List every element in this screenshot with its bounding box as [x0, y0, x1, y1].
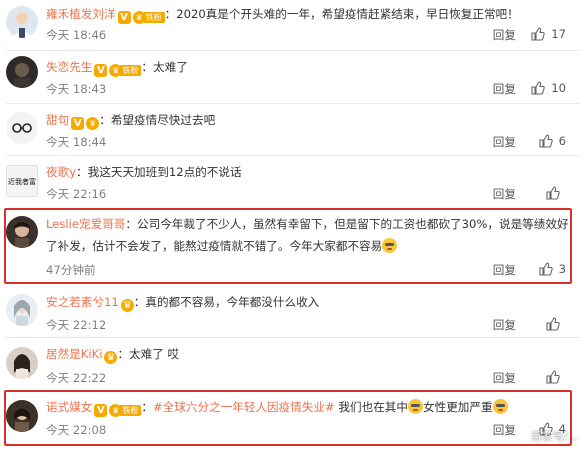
reply-button[interactable]: 回复 [493, 27, 516, 43]
like-button[interactable]: 17 [531, 27, 566, 41]
thumbs-up-icon [546, 370, 560, 384]
like-count: 3 [558, 262, 566, 276]
comment-line: 诺式媒女 V ♛ 铁粉 ：#全球六分之一年轻人因疫情失业# 我们也在其中 女性更加严重 [46, 399, 574, 417]
like-count: 17 [551, 27, 566, 41]
comment-line: 甜句 V ♛ ：希望疫情尽快过去吧 [46, 113, 216, 130]
comment-line: 夜歌y：我这天天加班到12点的不说话 [46, 165, 242, 179]
username-link[interactable]: 甜句 [46, 113, 69, 127]
like-button[interactable] [546, 317, 566, 331]
topic-link[interactable]: #全球六分之一年轻人因疫情失业# [153, 400, 335, 414]
comment-item: 诺式媒女 V ♛ 铁粉 ：#全球六分之一年轻人因疫情失业# 我们也在其中 女性更加严重 今… [0, 392, 586, 444]
reply-button[interactable]: 回复 [493, 81, 516, 97]
comment-line: 失恋先生 V ♛ 铁粉 ：太难了 [46, 60, 188, 77]
divider [6, 337, 580, 338]
v-badge-icon: V [71, 117, 85, 130]
like-count: 10 [551, 81, 566, 95]
crown-fan-badge-icon: ♛ 铁粉 [132, 11, 165, 24]
comment-text: 太难了 [153, 60, 188, 74]
comment-text-2: 女性更加严重 [423, 400, 493, 414]
comment-item: 雍禾植发刘洋 V ♛ 铁粉 ：2020真是个开头难的一年，希望疫情赶紧结束，早日恢复正常… [0, 0, 586, 48]
thumbs-up-icon [539, 262, 553, 276]
reply-button[interactable]: 回复 [493, 262, 516, 278]
comment-text: 希望疫情尽快过去吧 [110, 113, 216, 127]
username-link[interactable]: 雍禾植发刘洋 [46, 7, 116, 21]
v-badge-icon: V [94, 404, 108, 417]
comment-text: 我们也在其中 [334, 400, 408, 414]
comment-line: 安之若素兮11 ♛ ：真的都不容易，今年都没什么收入 [46, 295, 320, 312]
like-button[interactable]: 3 [539, 262, 566, 276]
username-link[interactable]: 诺式媒女 [46, 400, 92, 414]
crown-fan-badge-icon: ♛ 铁粉 [109, 64, 142, 77]
fan-label: 铁粉 [120, 65, 142, 76]
comment-time: 今天 18:44 [46, 135, 107, 149]
avatar-text: 近我者富 [8, 177, 36, 186]
reply-button[interactable]: 回复 [493, 134, 516, 150]
crown-fan-badge-icon: ♛ 铁粉 [109, 404, 142, 417]
comment-item: Leslie宠爱哥哥：公司今年裁了不少人，虽然有幸留下，但是留下的工资也都砍了3… [0, 210, 586, 282]
avatar[interactable] [6, 400, 38, 432]
thumbs-up-icon [531, 27, 545, 41]
reply-button[interactable]: 回复 [493, 370, 516, 386]
thumbs-up-icon [539, 134, 553, 148]
thumbs-up-icon [546, 317, 560, 331]
avatar[interactable] [6, 216, 38, 248]
username-link[interactable]: 失恋先生 [46, 60, 92, 74]
avatar[interactable] [6, 6, 38, 38]
mask-emoji-icon [408, 399, 423, 414]
thumbs-up-icon [546, 186, 560, 200]
comment-line: 居然是KiKi ♛ ：太难了 哎 [46, 347, 180, 364]
fan-label: 铁粉 [143, 12, 165, 23]
comment-time: 今天 22:08 [46, 423, 107, 437]
comment-item: 甜句 V ♛ ：希望疫情尽快过去吧 今天 18:44 回复 6 [0, 105, 586, 153]
comment-time: 今天 22:16 [46, 187, 107, 201]
comment-line: Leslie宠爱哥哥：公司今年裁了不少人，虽然有幸留下，但是留下的工资也都砍了3… [46, 217, 569, 253]
username-link[interactable]: 夜歌y [46, 165, 76, 179]
reply-button[interactable]: 回复 [493, 186, 516, 202]
comment-item: 近我者富 夜歌y：我这天天加班到12点的不说话 今天 22:16 回复 [0, 157, 586, 205]
crown-fan-badge-icon: ♛ [86, 117, 100, 130]
comment-time: 今天 18:46 [46, 28, 107, 42]
watermark: 百家号/... [530, 430, 578, 443]
mask-emoji-icon [492, 399, 508, 414]
reply-button[interactable]: 回复 [493, 317, 516, 333]
username-link[interactable]: Leslie宠爱哥哥 [46, 217, 125, 231]
v-badge-icon: V [117, 11, 131, 24]
divider [6, 50, 580, 51]
like-count: 6 [558, 134, 566, 148]
v-badge-icon: V [94, 64, 108, 77]
comment-text: 真的都不容易，今年都没什么收入 [145, 295, 320, 309]
comment-item: 安之若素兮11 ♛ ：真的都不容易，今年都没什么收入 今天 22:12 回复 [0, 288, 586, 334]
comment-item: 居然是KiKi ♛ ：太难了 哎 今天 22:22 回复 [0, 339, 586, 387]
like-button[interactable] [546, 186, 566, 200]
comment-text: 太难了 哎 [129, 347, 180, 361]
divider [6, 155, 580, 156]
like-button[interactable]: 6 [539, 134, 566, 148]
username-link[interactable]: 安之若素兮11 [46, 295, 119, 309]
v-badge-icon: ♛ [120, 299, 134, 312]
comment-time: 今天 22:12 [46, 318, 107, 332]
avatar[interactable] [6, 294, 38, 326]
comment-text: 2020真是个开头难的一年，希望疫情赶紧结束，早日恢复正常吧！ [176, 7, 519, 21]
fan-label: 铁粉 [120, 405, 142, 416]
thumbs-up-icon [531, 81, 545, 95]
like-button[interactable]: 10 [531, 81, 566, 95]
v-badge-icon: ♛ [104, 351, 118, 364]
crying-emoji-icon [382, 238, 398, 253]
comment-time: 今天 22:22 [46, 371, 107, 385]
avatar[interactable] [6, 112, 38, 144]
like-button[interactable] [546, 370, 566, 384]
divider [6, 103, 580, 104]
avatar[interactable] [6, 56, 38, 88]
comment-time: 今天 18:43 [46, 82, 107, 96]
comment-item: 失恋先生 V ♛ 铁粉 ：太难了 今天 18:43 回复 10 [0, 52, 586, 100]
avatar[interactable] [6, 347, 38, 379]
comment-text: 我这天天加班到12点的不说话 [87, 165, 242, 179]
comment-time: 47分钟前 [46, 263, 96, 277]
reply-button[interactable]: 回复 [493, 422, 516, 438]
comment-line: 雍禾植发刘洋 V ♛ 铁粉 ：2020真是个开头难的一年，希望疫情赶紧结束，早日恢复正常… [46, 7, 519, 24]
avatar[interactable]: 近我者富 [6, 165, 38, 197]
username-link[interactable]: 居然是KiKi [46, 347, 102, 361]
